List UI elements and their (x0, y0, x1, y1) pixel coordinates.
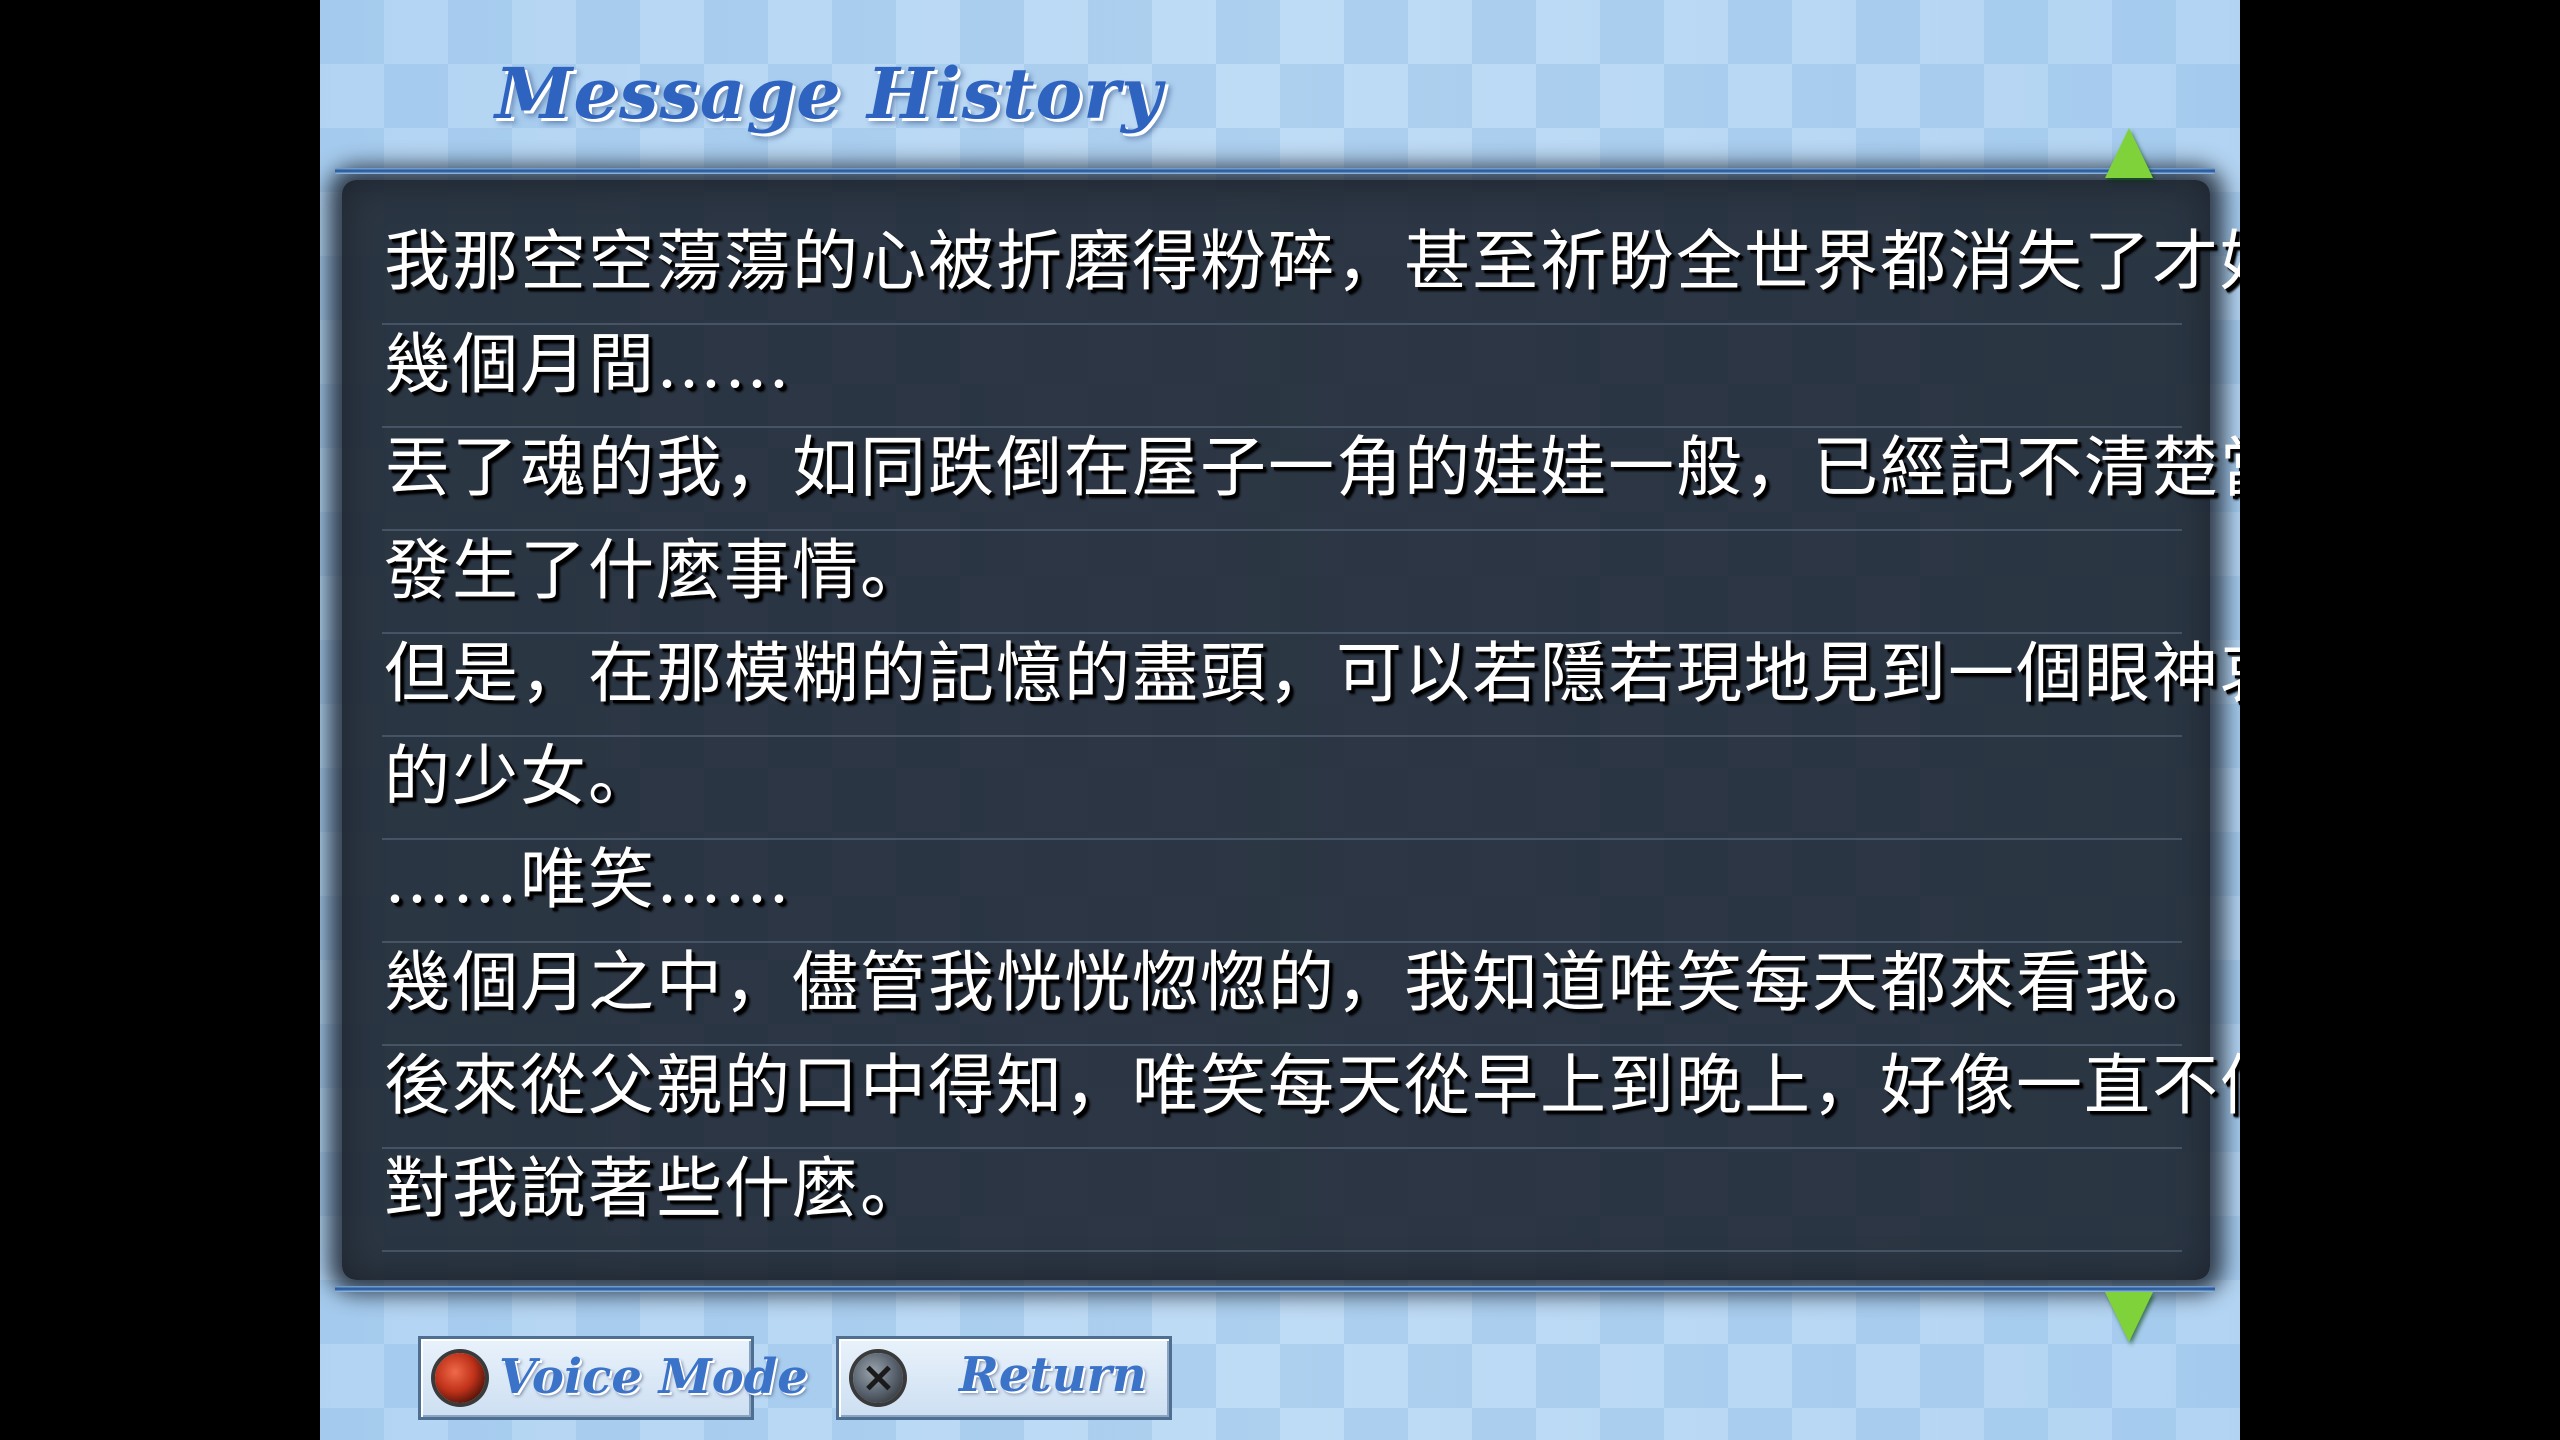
message-line: 丟了魂的我，如同跌倒在屋子一角的娃娃一般，已經記不清楚當時 (384, 429, 2240, 506)
message-line: ……唯笑…… (384, 841, 792, 918)
top-divider (335, 168, 2215, 174)
message-line: 對我說著些什麼。 (384, 1150, 928, 1227)
message-line: 後來從父親的口中得知，唯笑每天從早上到晚上，好像一直不停地 (384, 1047, 2240, 1124)
message-line: 我那空空蕩蕩的心被折磨得粉碎，甚至祈盼全世界都消失了才好。 (384, 223, 2240, 300)
bottom-divider (335, 1286, 2215, 1292)
message-history-panel[interactable]: 我那空空蕩蕩的心被折磨得粉碎，甚至祈盼全世界都消失了才好。 幾個月間…… 丟了魂… (342, 180, 2240, 1280)
message-line: 幾個月之中，儘管我恍恍惚惚的，我知道唯笑每天都來看我。 (384, 944, 2220, 1021)
cross-button-icon (853, 1353, 903, 1403)
page-title: Message History (495, 52, 1163, 135)
message-list: 我那空空蕩蕩的心被折磨得粉碎，甚至祈盼全世界都消失了才好。 幾個月間…… 丟了魂… (384, 210, 2240, 1240)
message-line: 的少女。 (384, 738, 656, 815)
voice-mode-label: Voice Mode (499, 1349, 808, 1405)
voice-mode-button[interactable]: Voice Mode (418, 1336, 808, 1420)
scroll-down-arrow-icon[interactable] (2105, 1292, 2153, 1342)
circle-button-icon (435, 1353, 485, 1403)
return-label: Return (959, 1347, 1147, 1403)
message-line: 發生了什麼事情。 (384, 532, 928, 609)
message-history-screen: Message History 我那空空蕩蕩的心被折磨得粉碎，甚至祈盼全世界都消… (320, 0, 2240, 1440)
message-line: 但是，在那模糊的記憶的盡頭，可以若隱若現地見到一個眼神哀怨 (384, 635, 2240, 712)
message-line: 幾個月間…… (384, 326, 792, 403)
return-button[interactable]: Return (836, 1336, 1172, 1420)
scroll-up-arrow-icon[interactable] (2105, 128, 2153, 178)
